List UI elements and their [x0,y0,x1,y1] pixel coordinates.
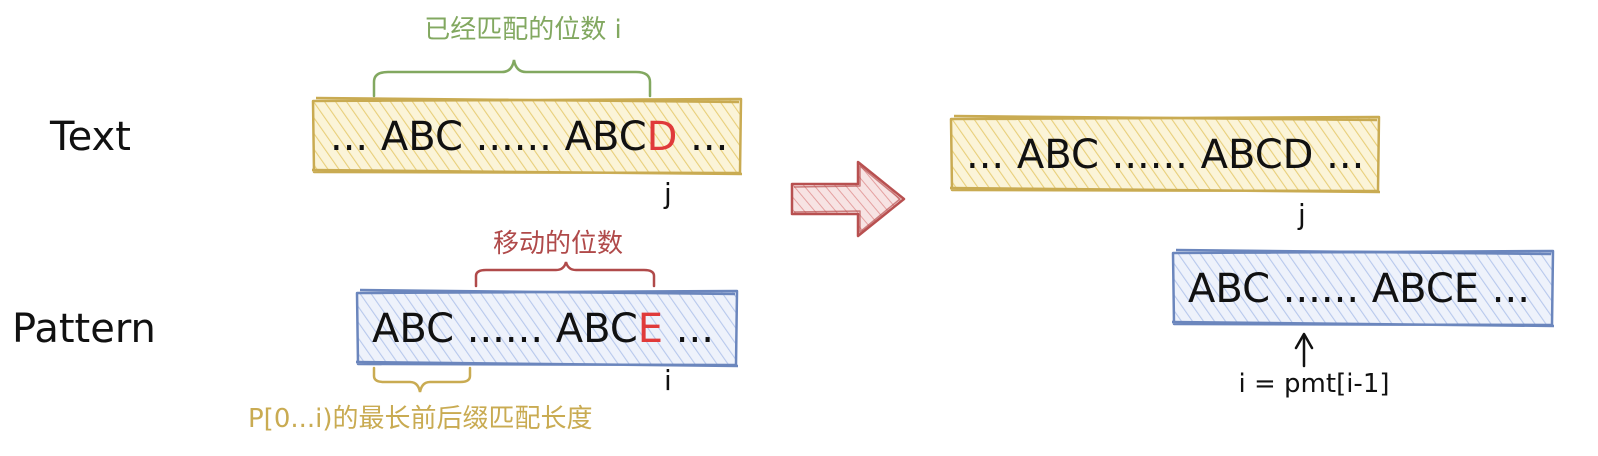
pattern-box-left: ABC ...... ABCE ... [355,288,739,368]
text-box-right: ... ABC ...... ABCD ... [949,114,1381,194]
pmt-formula: i = pmt[i-1] [1239,369,1390,399]
up-arrow-icon [1294,332,1314,368]
prefix-length-label: P[0...i)的最长前后缀匹配长度 [248,404,593,434]
prefix-brace [372,366,472,393]
pattern-row-prefix: ABC ...... ABC [372,306,638,352]
right-arrow-icon [790,160,906,238]
text-row-label: Text [49,114,131,160]
shift-count-label: 移动的位数 [493,229,623,259]
pattern-box-right: ABC ...... ABCE ... [1171,248,1555,328]
pattern-row-suffix: ... [663,306,714,352]
matched-count-label: 已经匹配的位数 i [424,15,622,45]
text-box-left: ... ABC ...... ABCD ... [311,96,743,176]
pattern-row-content: ABC ...... ABCE ... [372,306,714,352]
text-mismatch-char: D [647,114,678,160]
pattern-mismatch-char: E [638,306,663,352]
pattern-row-right: ABC ...... ABCE ... [1188,266,1530,312]
i-marker-left: i [664,364,672,397]
pattern-row-label: Pattern [12,306,156,352]
kmp-diagram: Text Pattern 已经匹配的位数 i ... ABC ...... AB… [12,15,1555,434]
text-row-content: ... ABC ...... ABCD ... [330,114,728,160]
j-marker-right: j [1297,198,1306,231]
shift-brace [474,261,656,288]
matched-brace [372,59,652,98]
text-row-right: ... ABC ...... ABCD ... [966,132,1364,178]
j-marker-left: j [663,177,672,210]
text-row-suffix: ... [677,114,728,160]
text-row-prefix: ... ABC ...... ABC [330,114,647,160]
